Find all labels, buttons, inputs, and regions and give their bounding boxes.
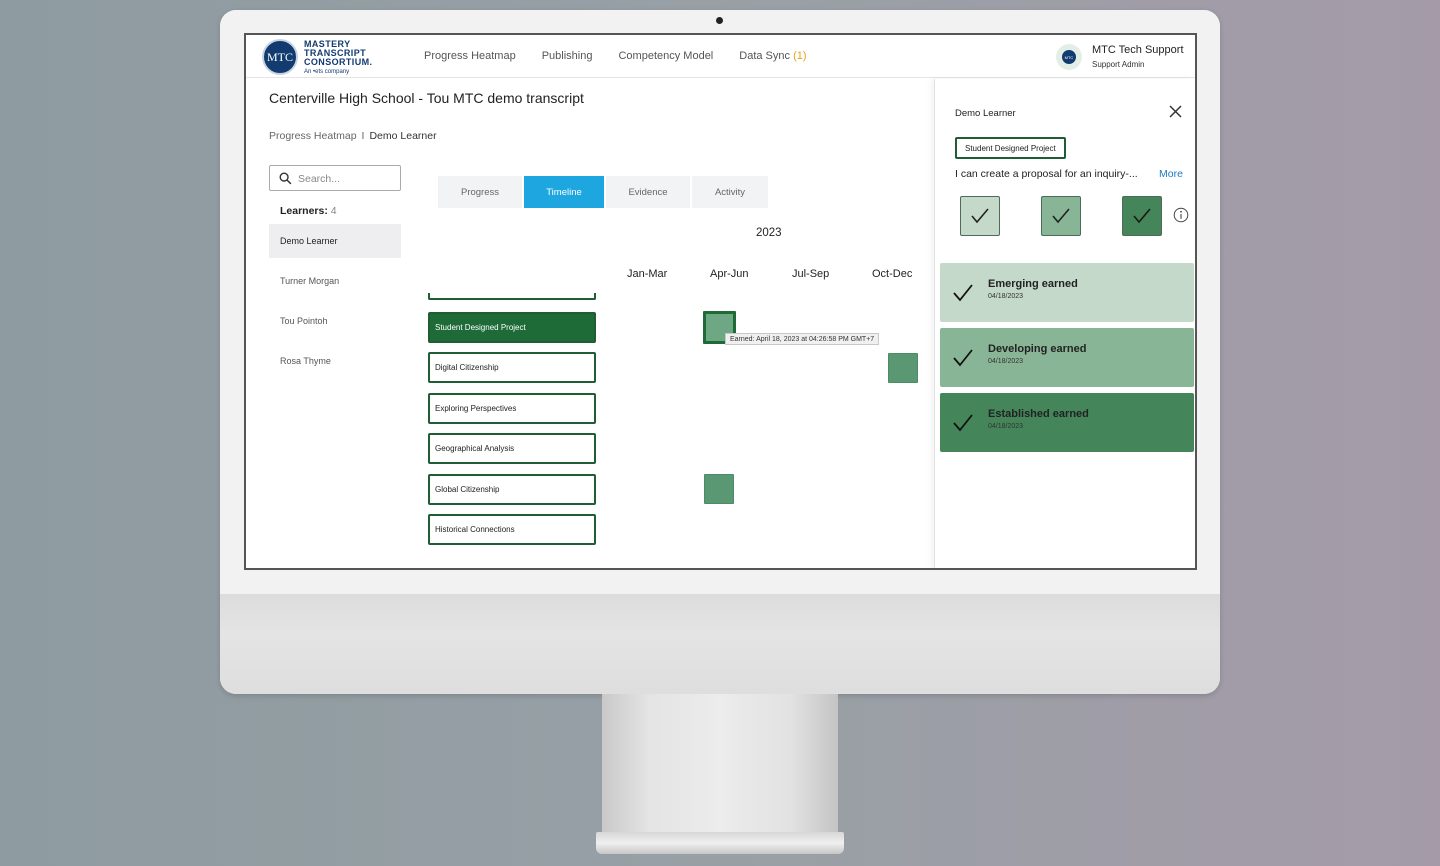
- checkmark-icon: [1133, 208, 1151, 224]
- imac-monitor: MTC MASTERY TRANSCRIPT CONSORTIUM. An •e…: [220, 10, 1220, 694]
- panel-competency-chip: Student Designed Project: [955, 137, 1066, 159]
- logo-wordmark: MASTERY TRANSCRIPT CONSORTIUM. An •ets c…: [304, 40, 372, 77]
- panel-learner-name: Demo Learner: [955, 108, 1016, 119]
- nav-competency-model[interactable]: Competency Model: [618, 50, 713, 62]
- logo-subtitle: An •ets company: [304, 69, 350, 75]
- competency-detail-panel: Demo Learner Student Designed Project I …: [934, 79, 1195, 568]
- breadcrumb: Progress Heatmap I Demo Learner: [269, 130, 437, 142]
- earned-tooltip: Earned: April 18, 2023 at 04:26:58 PM GM…: [725, 333, 880, 345]
- competency-geographical-analysis[interactable]: Geographical Analysis: [428, 433, 596, 464]
- competency-historical-connections[interactable]: Historical Connections: [428, 514, 596, 545]
- learner-item-demo-learner[interactable]: Demo Learner: [269, 224, 401, 258]
- tab-timeline[interactable]: Timeline: [524, 176, 604, 208]
- search-icon: [279, 172, 292, 185]
- level-box-emerging[interactable]: [960, 196, 1000, 236]
- level-box-developing[interactable]: [1041, 196, 1081, 236]
- level-card-established: Established earned 04/18/2023: [940, 393, 1194, 452]
- nav-data-sync-label: Data Sync: [739, 50, 791, 62]
- app-screen: MTC MASTERY TRANSCRIPT CONSORTIUM. An •e…: [244, 33, 1197, 570]
- user-role: Support Admin: [1092, 60, 1145, 69]
- quarter-jul-sep: Jul-Sep: [792, 268, 830, 280]
- nav-data-sync[interactable]: Data Sync (1): [739, 50, 806, 62]
- learner-search-input[interactable]: [298, 170, 396, 187]
- main-nav: Progress Heatmap Publishing Competency M…: [424, 50, 807, 62]
- monitor-stand: [602, 694, 838, 840]
- learner-item-rosa-thyme[interactable]: Rosa Thyme: [269, 344, 401, 378]
- checkmark-icon: [971, 208, 989, 224]
- level-date: 04/18/2023: [988, 293, 1024, 300]
- level-box-established[interactable]: [1122, 196, 1162, 236]
- tab-progress[interactable]: Progress: [438, 176, 522, 208]
- screen-bezel: MTC MASTERY TRANSCRIPT CONSORTIUM. An •e…: [220, 10, 1220, 594]
- info-icon[interactable]: [1173, 207, 1189, 223]
- competency-exploring-perspectives[interactable]: Exploring Perspectives: [428, 393, 596, 424]
- checkmark-icon: [1052, 208, 1070, 224]
- level-title: Established earned: [988, 408, 1089, 420]
- level-title: Developing earned: [988, 343, 1087, 355]
- monitor-chin: [220, 594, 1220, 694]
- tab-activity[interactable]: Activity: [692, 176, 768, 208]
- top-navigation-bar: MTC MASTERY TRANSCRIPT CONSORTIUM. An •e…: [246, 35, 1195, 78]
- level-title: Emerging earned: [988, 278, 1078, 290]
- user-avatar[interactable]: MTC: [1056, 44, 1082, 70]
- user-avatar-logo: MTC: [1062, 50, 1076, 64]
- competency-global-citizenship[interactable]: Global Citizenship: [428, 474, 596, 505]
- monitor-stand-foot: [596, 832, 844, 854]
- user-name[interactable]: MTC Tech Support: [1092, 44, 1184, 56]
- nav-progress-heatmap[interactable]: Progress Heatmap: [424, 50, 516, 62]
- page-title: Centerville High School - Tou MTC demo t…: [269, 90, 584, 106]
- checkmark-icon: [953, 349, 973, 367]
- breadcrumb-parent[interactable]: Progress Heatmap: [269, 130, 357, 142]
- competency-item-partial[interactable]: [428, 293, 596, 300]
- view-tabs: Progress Timeline Evidence Activity: [438, 176, 768, 208]
- nav-publishing[interactable]: Publishing: [542, 50, 593, 62]
- more-link[interactable]: More: [1159, 168, 1183, 180]
- level-date: 04/18/2023: [988, 358, 1024, 365]
- checkmark-icon: [953, 414, 973, 432]
- quarter-oct-dec: Oct-Dec: [872, 268, 913, 280]
- learner-list: Demo Learner Turner Morgan Tou Pointoh R…: [269, 224, 401, 384]
- mtc-logo-icon[interactable]: MTC: [262, 39, 298, 75]
- panel-description: I can create a proposal for an inquiry-.…: [955, 168, 1138, 180]
- timeline-marker-global-citizenship[interactable]: [704, 474, 734, 504]
- level-card-developing: Developing earned 04/18/2023: [940, 328, 1194, 387]
- quarter-apr-jun: Apr-Jun: [710, 268, 749, 280]
- level-card-emerging: Emerging earned 04/18/2023: [940, 263, 1194, 322]
- checkmark-icon: [953, 284, 973, 302]
- competency-student-designed-project[interactable]: Student Designed Project: [428, 312, 596, 343]
- breadcrumb-current: Demo Learner: [369, 130, 437, 142]
- timeline-year: 2023: [756, 227, 782, 239]
- camera: [716, 17, 723, 24]
- close-icon[interactable]: [1169, 105, 1182, 118]
- data-sync-count-badge: (1): [793, 50, 807, 62]
- logo-line: CONSORTIUM.: [304, 57, 373, 67]
- learners-count: 4: [330, 205, 337, 217]
- timeline-marker-digital-citizenship[interactable]: [888, 353, 918, 383]
- level-date: 04/18/2023: [988, 423, 1024, 430]
- learner-search-box: [269, 165, 401, 191]
- learner-item-turner-morgan[interactable]: Turner Morgan: [269, 264, 401, 298]
- breadcrumb-separator: I: [361, 130, 365, 142]
- learner-item-tou-pointoh[interactable]: Tou Pointoh: [269, 304, 401, 338]
- learners-label: Learners: 4: [280, 205, 337, 217]
- tab-evidence[interactable]: Evidence: [606, 176, 690, 208]
- competency-digital-citizenship[interactable]: Digital Citizenship: [428, 352, 596, 383]
- quarter-jan-mar: Jan-Mar: [627, 268, 668, 280]
- learners-label-text: Learners:: [280, 205, 328, 217]
